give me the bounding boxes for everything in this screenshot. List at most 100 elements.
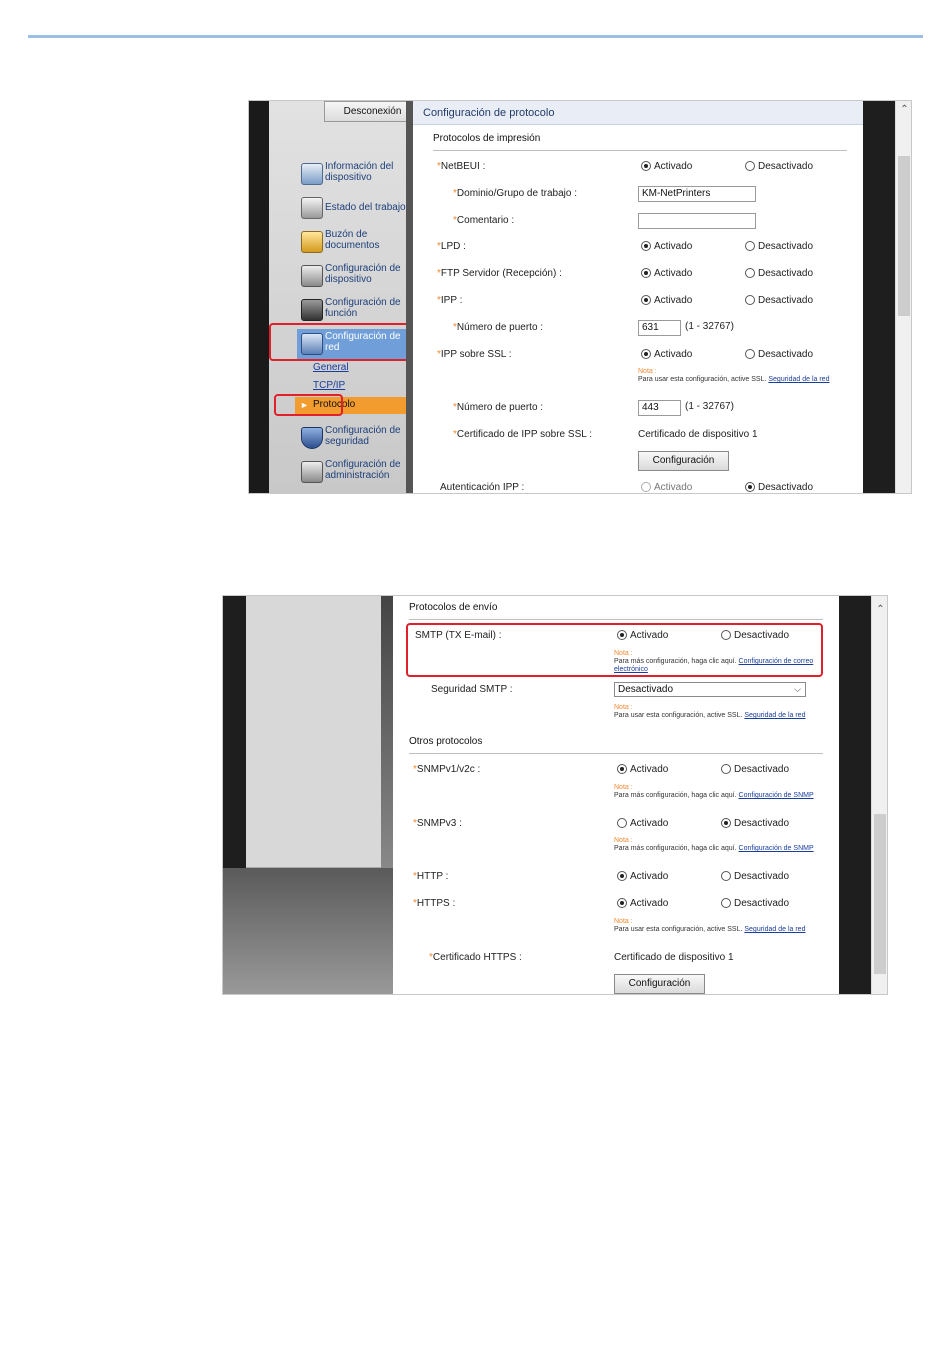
- network-security-link[interactable]: Seguridad de la red: [768, 376, 829, 383]
- ipp-auth-off-radio[interactable]: Desactivado: [745, 482, 813, 493]
- snmpv3-label: *SNMPv3 :: [413, 818, 462, 829]
- snmpv3-on-radio[interactable]: Activado: [617, 818, 668, 829]
- highlight-network-settings: [269, 323, 417, 361]
- snmpv1-off-radio[interactable]: Desactivado: [721, 764, 789, 775]
- ipp-port-range: (1 - 32767): [685, 321, 734, 332]
- ipp-auth-label: Autenticación IPP :: [440, 482, 525, 493]
- chevron-down-icon: ⌵: [794, 684, 801, 694]
- lpd-label: *LPD :: [437, 241, 466, 252]
- ipp-ssl-note: Nota : Para usar esta configuración, act…: [638, 368, 830, 383]
- section-divider: [409, 619, 823, 620]
- sidebar-item-function-settings[interactable]: Configuración de función ›: [297, 295, 423, 325]
- smtp-security-select[interactable]: Desactivado ⌵: [614, 682, 806, 697]
- ipp-ssl-cert-label: *Certificado de IPP sobre SSL :: [453, 429, 592, 440]
- ipp-ssl-off-radio[interactable]: Desactivado: [745, 349, 813, 360]
- netbeui-on-radio[interactable]: Activado: [641, 161, 692, 172]
- lpd-off-radio[interactable]: Desactivado: [745, 241, 813, 252]
- vertical-scrollbar[interactable]: ⌃: [871, 596, 887, 994]
- snmp-settings-link[interactable]: Configuración de SNMP: [739, 792, 814, 799]
- snmpv3-note: Nota : Para más configuración, haga clic…: [614, 837, 814, 852]
- protocol-settings-panel: Configuración de protocolo Protocolos de…: [413, 101, 863, 493]
- section-divider: [433, 150, 847, 151]
- ipp-on-radio[interactable]: Activado: [641, 295, 692, 306]
- https-off-radio[interactable]: Desactivado: [721, 898, 789, 909]
- https-cert-value: Certificado de dispositivo 1: [614, 952, 734, 963]
- workgroup-field[interactable]: KM-NetPrinters: [638, 186, 756, 202]
- section-title-send-protocols: Protocolos de envío: [409, 602, 498, 613]
- lpd-on-radio[interactable]: Activado: [641, 241, 692, 252]
- ftp-off-radio[interactable]: Desactivado: [745, 268, 813, 279]
- workgroup-label: *Dominio/Grupo de trabajo :: [453, 188, 577, 199]
- right-dark-border: [839, 596, 871, 994]
- ipp-port-label: *Número de puerto :: [453, 322, 544, 333]
- sidebar-subitem-general[interactable]: General: [313, 362, 349, 373]
- sidebar-item-device-info[interactable]: Información del dispositivo ›: [297, 159, 423, 189]
- sidebar-item-label: Información del dispositivo: [325, 161, 394, 183]
- ipp-port-field[interactable]: 631: [638, 320, 681, 336]
- netbeui-label: *NetBEUI :: [437, 161, 486, 172]
- section-title-other-protocols: Otros protocolos: [409, 736, 483, 747]
- http-off-radio[interactable]: Desactivado: [721, 871, 789, 882]
- ipp-auth-on-radio[interactable]: Activado: [641, 482, 692, 493]
- snmpv3-off-radio[interactable]: Desactivado: [721, 818, 789, 829]
- job-status-icon: [301, 197, 323, 219]
- ssl-port-label: *Número de puerto :: [453, 402, 544, 413]
- http-on-radio[interactable]: Activado: [617, 871, 668, 882]
- smtp-security-note: Nota : Para usar esta configuración, act…: [614, 704, 806, 719]
- security-shield-icon: [301, 427, 323, 449]
- sidebar-subitem-tcpip[interactable]: TCP/IP: [313, 380, 345, 391]
- network-security-link[interactable]: Seguridad de la red: [744, 712, 805, 719]
- sidebar-item-label: Configuración de dispositivo: [325, 263, 401, 285]
- sidebar-item-label: Buzón de documentos: [325, 229, 380, 251]
- https-config-button[interactable]: Configuración: [614, 974, 705, 994]
- snmpv1-note: Nota : Para más configuración, haga clic…: [614, 784, 814, 799]
- sidebar-item-security[interactable]: Configuración de seguridad ›: [297, 423, 423, 453]
- sidebar-item-label: Configuración de administración: [325, 459, 401, 481]
- ipp-ssl-config-button[interactable]: Configuración: [638, 451, 729, 471]
- section-title-print-protocols: Protocolos de impresión: [433, 133, 541, 144]
- snmpv1-on-radio[interactable]: Activado: [617, 764, 668, 775]
- page-title: Configuración de protocolo: [423, 107, 555, 119]
- device-info-icon: [301, 163, 323, 185]
- sidebar-item-device-settings[interactable]: Configuración de dispositivo ›: [297, 261, 423, 291]
- ipp-off-radio[interactable]: Desactivado: [745, 295, 813, 306]
- ipp-ssl-on-radio[interactable]: Activado: [641, 349, 692, 360]
- function-settings-icon: [301, 299, 323, 321]
- smtp-security-label: Seguridad SMTP :: [431, 684, 513, 695]
- right-dark-border: [863, 101, 895, 493]
- admin-settings-icon: [301, 461, 323, 483]
- snmp-settings-link[interactable]: Configuración de SNMP: [739, 845, 814, 852]
- https-label: *HTTPS :: [413, 898, 456, 909]
- sidebar-panel: [246, 596, 381, 868]
- ssl-port-field[interactable]: 443: [638, 400, 681, 416]
- screenshot-protocol-settings-send: Protocolos de envío SMTP (TX E-mail) : A…: [222, 595, 888, 995]
- ftp-on-radio[interactable]: Activado: [641, 268, 692, 279]
- left-dark-border: [249, 101, 269, 493]
- scroll-up-icon[interactable]: ⌃: [899, 104, 910, 115]
- ipp-label: *IPP :: [437, 295, 463, 306]
- https-on-radio[interactable]: Activado: [617, 898, 668, 909]
- sidebar-item-label: Estado del trabajo: [325, 202, 406, 213]
- https-note: Nota : Para usar esta configuración, act…: [614, 918, 806, 933]
- scrollbar-thumb[interactable]: [898, 156, 910, 316]
- snmpv1-label: *SNMPv1/v2c :: [413, 764, 481, 775]
- sidebar-item-document-box[interactable]: Buzón de documentos ›: [297, 227, 423, 257]
- top-divider: [28, 35, 923, 38]
- sidebar-separator: [406, 101, 413, 493]
- network-security-link[interactable]: Seguridad de la red: [744, 926, 805, 933]
- device-settings-icon: [301, 265, 323, 287]
- highlight-protocolo: [274, 394, 343, 416]
- netbeui-off-radio[interactable]: Desactivado: [745, 161, 813, 172]
- sidebar-item-admin-settings[interactable]: Configuración de administración ›: [297, 457, 423, 487]
- sidebar-item-job-status[interactable]: Estado del trabajo ›: [297, 193, 423, 223]
- ftp-label: *FTP Servidor (Recepción) :: [437, 268, 562, 279]
- comment-field[interactable]: [638, 213, 756, 229]
- scroll-up-icon[interactable]: ⌃: [875, 604, 886, 615]
- page-title-bar: Configuración de protocolo: [413, 101, 863, 125]
- ssl-port-range: (1 - 32767): [685, 401, 734, 412]
- vertical-scrollbar[interactable]: ⌃: [895, 101, 911, 493]
- http-label: *HTTP :: [413, 871, 449, 882]
- ipp-ssl-label: *IPP sobre SSL :: [437, 349, 512, 360]
- scrollbar-thumb[interactable]: [874, 814, 886, 974]
- screenshot-protocol-settings-print: Desconexión Información del dispositivo …: [248, 100, 912, 494]
